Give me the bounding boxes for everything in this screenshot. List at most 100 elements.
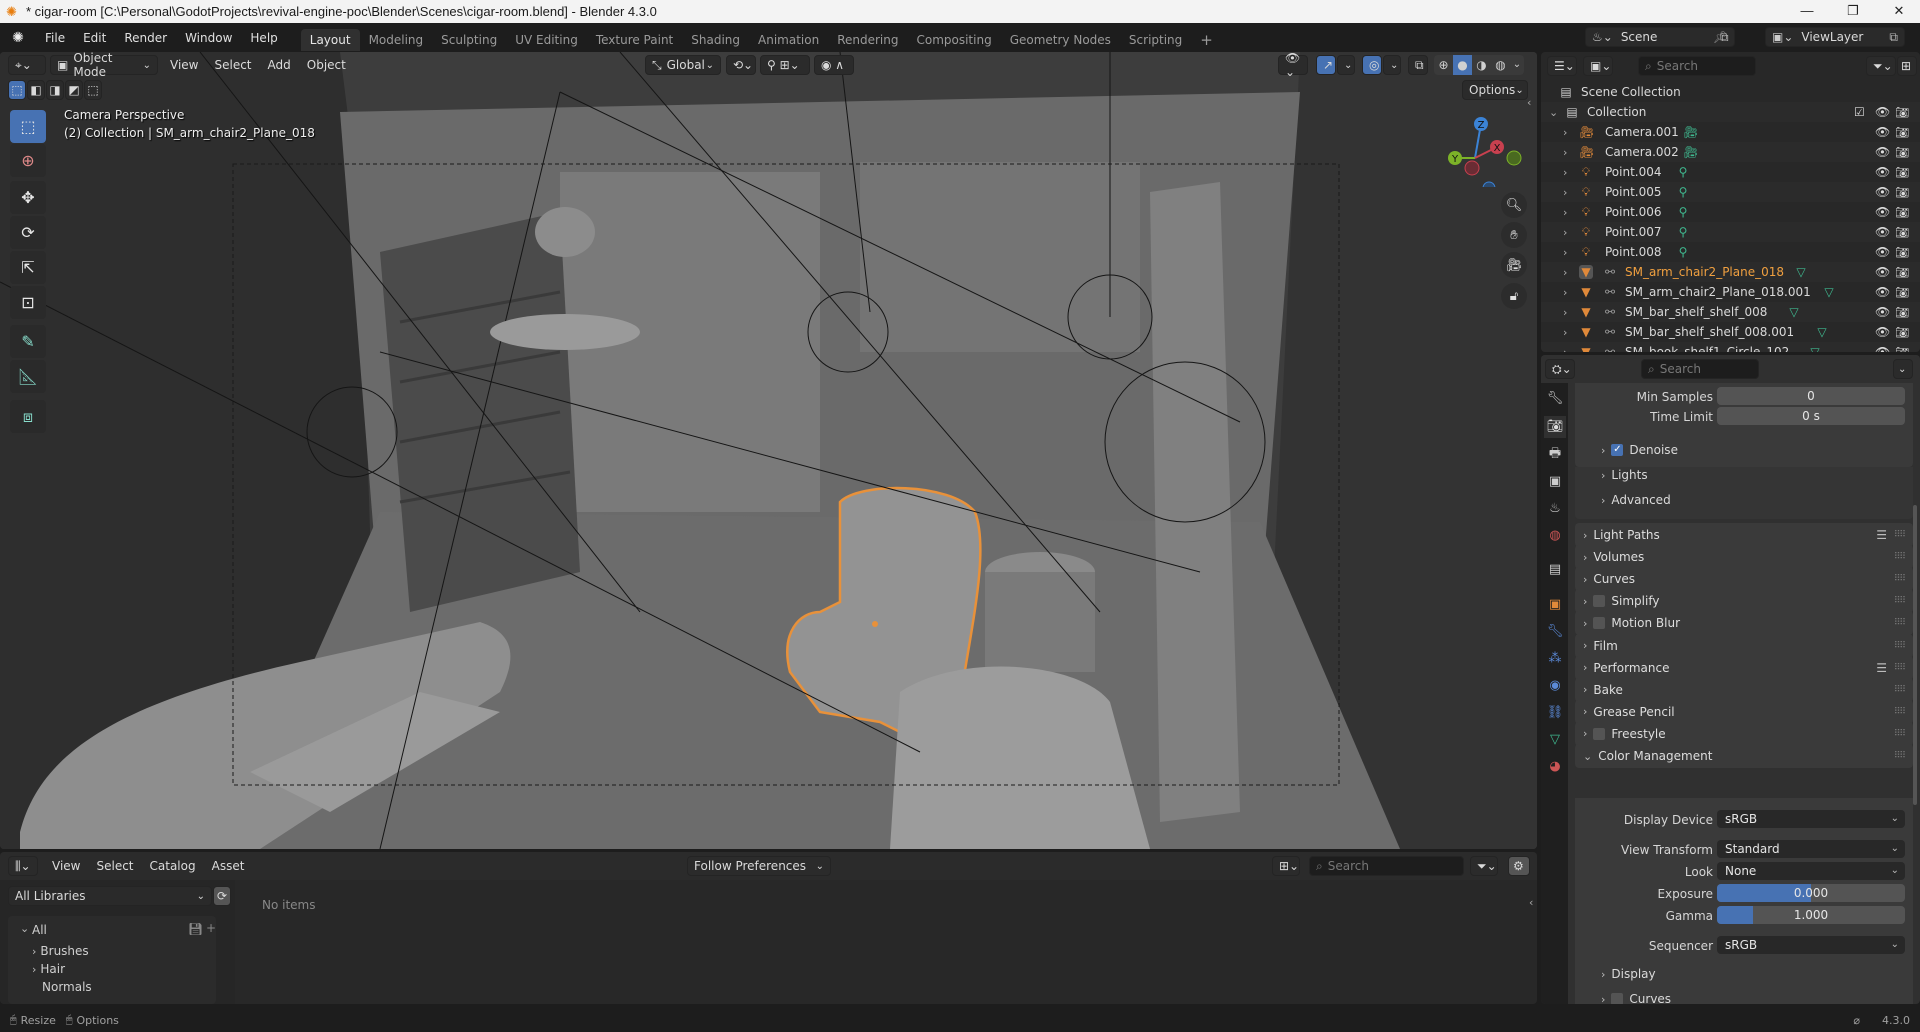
outliner-item[interactable]: › 💡︎ Point.006 ⚲ 👁︎ 📷︎ <box>1541 202 1920 222</box>
outliner-editor-type[interactable]: ☰⌄ <box>1547 56 1577 76</box>
properties-search[interactable]: ⌕ Search <box>1641 359 1759 379</box>
tab-rendering[interactable]: Rendering <box>828 29 907 51</box>
viewport-menu-object[interactable]: Object <box>299 58 354 72</box>
add-catalog-icon[interactable]: + <box>206 921 216 935</box>
chevron-right-icon[interactable]: › <box>1563 206 1567 219</box>
pivot-point-button[interactable]: ⟲⌄ <box>726 55 756 75</box>
render-camera-icon[interactable]: 📷︎ <box>1895 186 1909 199</box>
chevron-right-icon[interactable]: › <box>1563 306 1567 319</box>
render-camera-icon[interactable]: 📷︎ <box>1895 346 1909 353</box>
import-method-dropdown[interactable]: Follow Preferences ⌄ <box>687 856 831 876</box>
outliner-item[interactable]: › ▼ ⚯ SM_bar_shelf_shelf_008 ▽ 👁︎ 📷︎ <box>1541 302 1920 322</box>
catalog-all[interactable]: All <box>32 923 47 937</box>
render-camera-icon[interactable]: 📷︎ <box>1895 306 1909 319</box>
rendered-shading-icon[interactable]: ◍ <box>1491 55 1510 75</box>
chevron-right-icon[interactable]: › <box>1563 226 1567 239</box>
light-data-icon[interactable]: ⚲ <box>1676 185 1690 199</box>
mesh-data-icon[interactable]: ▽ <box>1815 325 1829 339</box>
drag-handle-icon[interactable]: ⠿⠿ <box>1894 685 1906 695</box>
outliner-item[interactable]: › ▼ ⚯ SM_arm_chair2_Plane_018.001 ▽ 👁︎ 📷︎ <box>1541 282 1920 302</box>
eye-icon[interactable]: 👁︎ <box>1875 225 1890 239</box>
select-invert-icon[interactable]: ◩ <box>65 80 83 100</box>
outliner-item[interactable]: › 🎥︎ Camera.002 🎥︎ 👁︎ 📷︎ <box>1541 142 1920 162</box>
chevron-right-icon[interactable]: › <box>1563 186 1567 199</box>
maximize-button[interactable]: ❐ <box>1830 0 1876 23</box>
viewport-menu-add[interactable]: Add <box>260 58 299 72</box>
curves-checkbox[interactable] <box>1611 993 1624 1004</box>
properties-scrollbar[interactable] <box>1913 505 1917 805</box>
render-camera-icon[interactable]: 📷︎ <box>1895 226 1909 239</box>
exposure-slider[interactable]: 0.000 <box>1717 884 1905 902</box>
editor-type-button[interactable]: ⌖⌄ <box>8 55 46 75</box>
chevron-right-icon[interactable]: › <box>1563 326 1567 339</box>
chevron-right-icon[interactable]: › <box>1563 246 1567 259</box>
lights-subpanel[interactable]: › Lights <box>1601 468 1648 482</box>
eye-icon[interactable]: 👁︎ <box>1875 105 1890 119</box>
eye-icon[interactable]: 👁︎ <box>1875 285 1890 299</box>
asset-menu-view[interactable]: View <box>44 859 88 873</box>
panel-performance[interactable]: › Performance ☰ ⠿⠿ <box>1575 655 1913 680</box>
chevron-right-icon[interactable]: › <box>1563 266 1567 279</box>
menu-render[interactable]: Render <box>115 24 176 52</box>
material-preview-icon[interactable]: ◑ <box>1472 55 1491 75</box>
look-dropdown[interactable]: None ⌄ <box>1717 862 1905 880</box>
outliner-search[interactable]: ⌕ Search <box>1638 56 1756 76</box>
display-mode-button[interactable]: ▣⌄ <box>1583 56 1613 76</box>
material-tab-icon[interactable]: ◕ <box>1544 756 1566 778</box>
panel-light-paths[interactable]: › Light Paths ☰ ⠿⠿ <box>1575 523 1913 547</box>
min-samples-field[interactable]: 0 <box>1717 387 1905 405</box>
select-intersect-icon[interactable]: ⬚ <box>84 80 102 100</box>
eye-icon[interactable]: 👁︎ <box>1875 145 1890 159</box>
mesh-data-icon[interactable]: ▽ <box>1808 345 1822 352</box>
modifiers-tab-icon[interactable]: 🔧︎ <box>1544 621 1566 643</box>
outliner-item[interactable]: › 💡︎ Point.004 ⚲ 👁︎ 📷︎ <box>1541 162 1920 182</box>
panel-simplify[interactable]: › Simplify ⠿⠿ <box>1575 589 1913 614</box>
world-tab-icon[interactable]: ◍ <box>1544 525 1566 547</box>
minimize-button[interactable]: — <box>1784 0 1830 23</box>
eye-icon[interactable]: 👁︎ <box>1875 165 1890 179</box>
constraints-tab-icon[interactable]: ⛓︎ <box>1544 702 1566 724</box>
pan-view-button[interactable]: ✋︎ <box>1501 222 1527 248</box>
curves-subpanel[interactable]: › Curves <box>1601 992 1671 1004</box>
tab-uv-editing[interactable]: UV Editing <box>506 29 587 51</box>
eye-icon[interactable]: 👁︎ <box>1875 245 1890 259</box>
chevron-right-icon[interactable]: › <box>1563 166 1567 179</box>
chevron-right-icon[interactable]: › <box>1563 286 1567 299</box>
data-tab-icon[interactable]: ▽ <box>1544 729 1566 751</box>
light-data-icon[interactable]: ⚲ <box>1676 205 1690 219</box>
tool-tab-icon[interactable]: 🔧︎ <box>1544 388 1566 410</box>
chevron-down-icon[interactable]: ⌄ <box>1549 106 1558 119</box>
sequencer-dropdown[interactable]: sRGB ⌄ <box>1717 936 1905 954</box>
menu-file[interactable]: File <box>36 24 74 52</box>
panel-film[interactable]: › Film ⠿⠿ <box>1575 633 1913 658</box>
time-limit-field[interactable]: 0 s <box>1717 407 1905 425</box>
tab-sculpting[interactable]: Sculpting <box>432 29 506 51</box>
chevron-down-icon[interactable]: ⌄ <box>20 922 29 935</box>
snap-button[interactable]: ⚲ ⊞⌄ <box>760 55 810 75</box>
rotate-tool[interactable]: ⟳ <box>10 216 46 249</box>
drag-handle-icon[interactable]: ⠿⠿ <box>1894 552 1906 562</box>
denoise-checkbox[interactable]: ✓ <box>1611 444 1624 456</box>
3d-viewport[interactable]: ⌖⌄ ▣ Object Mode ⌄ View Select Add Objec… <box>0 52 1537 849</box>
gizmo-dropdown[interactable]: ⌄ <box>1337 55 1355 75</box>
outliner-item[interactable]: › 💡︎ Point.005 ⚲ 👁︎ 📷︎ <box>1541 182 1920 202</box>
particles-tab-icon[interactable]: ⁂ <box>1544 648 1566 670</box>
visibility-button[interactable]: 👁︎⌄ <box>1278 52 1308 79</box>
eye-icon[interactable]: 👁︎ <box>1875 345 1890 352</box>
drag-handle-icon[interactable]: ⠿⠿ <box>1894 663 1906 673</box>
panel-volumes[interactable]: › Volumes ⠿⠿ <box>1575 545 1913 570</box>
save-catalogs-icon[interactable]: 💾︎ <box>188 922 203 936</box>
options-button[interactable]: Options ⌄ <box>1462 80 1528 100</box>
transform-tool[interactable]: ⊡ <box>10 286 46 319</box>
lock-view-button[interactable]: 🔓︎ <box>1501 283 1527 309</box>
display-thumbnails-button[interactable]: ⊞⌄ <box>1272 856 1300 876</box>
render-camera-icon[interactable]: 📷︎ <box>1895 266 1909 279</box>
overlays-toggle[interactable]: ◎ <box>1362 55 1382 75</box>
zoom-view-button[interactable]: 🔍︎ <box>1501 192 1527 218</box>
gizmo-toggle[interactable]: ↗ <box>1316 55 1336 75</box>
outliner-item[interactable]: › ▼ ⚯ SM_book_shelf1_Circle_102 ▽ 👁︎ 📷︎ <box>1541 342 1920 352</box>
mesh-data-icon[interactable]: ▽ <box>1787 305 1801 319</box>
mode-selector[interactable]: ▣ Object Mode ⌄ <box>50 52 158 79</box>
eye-icon[interactable]: 👁︎ <box>1875 185 1890 199</box>
add-cube-tool[interactable]: ⧈ <box>10 400 46 433</box>
